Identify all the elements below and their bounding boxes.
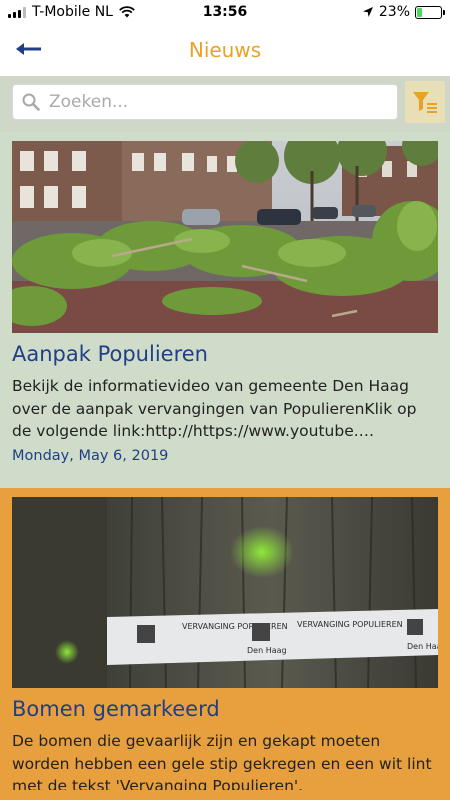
- carrier-label: T-Mobile NL: [32, 4, 113, 20]
- battery-cap: [443, 9, 445, 15]
- news-item[interactable]: VERVANGING POPULIEREN VERVANGING POPULIE…: [0, 488, 450, 800]
- battery-percent: 23%: [378, 4, 410, 20]
- news-list: Aanpak Populieren Bekijk de informatievi…: [0, 132, 450, 800]
- ribbon-logo-text: Den Haag: [247, 646, 287, 655]
- battery-fill: [417, 7, 423, 17]
- ribbon-text: VERVANGING POPULIEREN: [297, 620, 403, 629]
- status-left: T-Mobile NL: [0, 4, 170, 20]
- status-right: 23%: [362, 4, 445, 20]
- news-image: [12, 141, 438, 333]
- arrow-left-icon: [16, 43, 41, 55]
- news-item[interactable]: Aanpak Populieren Bekijk de informatievi…: [0, 132, 450, 488]
- news-image: VERVANGING POPULIEREN VERVANGING POPULIE…: [12, 497, 438, 688]
- filter-button[interactable]: [405, 81, 445, 123]
- battery-icon: [415, 5, 445, 19]
- news-body: Bekijk de informatievideo van gemeente D…: [12, 377, 417, 440]
- signal-icon: [8, 6, 26, 18]
- wifi-icon: [119, 6, 135, 18]
- location-icon: [362, 7, 373, 17]
- news-date: Monday, May 6, 2019: [12, 448, 169, 464]
- page-title: Nieuws: [188, 38, 262, 62]
- filter-icon: [413, 92, 437, 113]
- search-icon: [22, 93, 40, 111]
- ribbon-text: VERVANGING POPULIEREN: [182, 622, 288, 631]
- search-box[interactable]: [12, 84, 398, 120]
- navigation-bar: Nieuws: [0, 24, 450, 76]
- search-bar-area: [0, 76, 450, 132]
- news-body: De bomen die gevaarlijk zijn en gekapt m…: [12, 732, 432, 790]
- news-title: Aanpak Populieren: [12, 342, 208, 366]
- ribbon-logo-text: Den Haag: [407, 642, 438, 651]
- back-button[interactable]: [14, 36, 44, 62]
- search-input[interactable]: [49, 92, 369, 112]
- status-bar: T-Mobile NL 13:56 23%: [0, 0, 450, 24]
- news-title: Bomen gemarkeerd: [12, 697, 220, 721]
